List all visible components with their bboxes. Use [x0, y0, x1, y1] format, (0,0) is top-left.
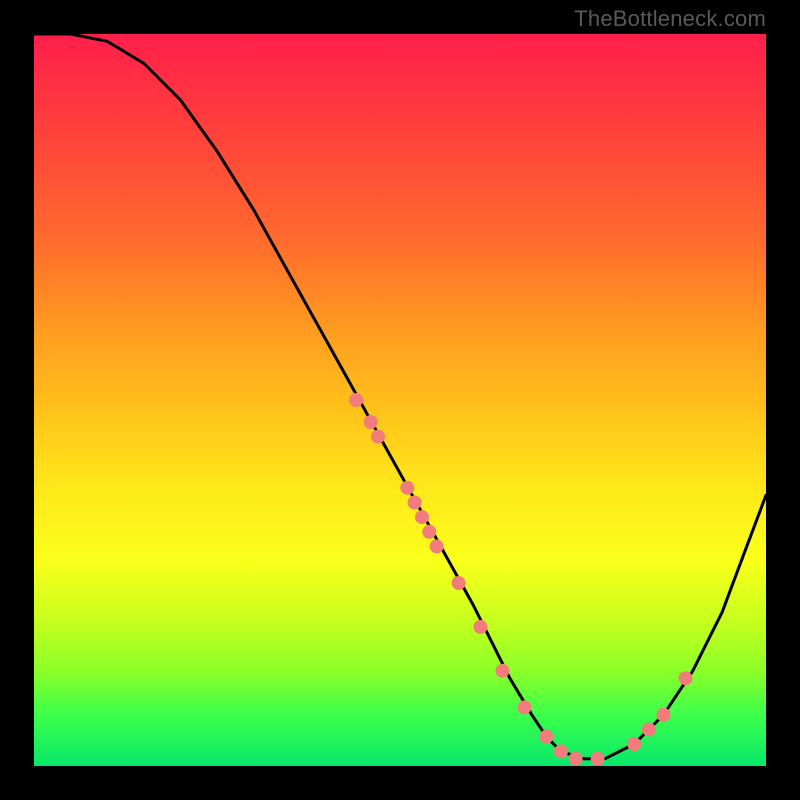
- highlight-dot: [569, 752, 583, 766]
- highlight-dot: [539, 730, 553, 744]
- highlight-dot: [371, 430, 385, 444]
- highlight-dot: [679, 671, 693, 685]
- highlight-dot: [627, 737, 641, 751]
- highlight-dot: [496, 664, 510, 678]
- highlight-dot: [349, 393, 363, 407]
- highlight-dot: [452, 576, 466, 590]
- highlight-dot: [430, 539, 444, 553]
- highlight-dot: [474, 620, 488, 634]
- chart-frame: TheBottleneck.com: [0, 0, 800, 800]
- highlight-dot: [517, 700, 531, 714]
- watermark-text: TheBottleneck.com: [574, 6, 766, 32]
- highlight-dot: [422, 525, 436, 539]
- highlight-dot: [657, 708, 671, 722]
- plot-area: [34, 34, 766, 766]
- curve-layer: [34, 34, 766, 766]
- highlight-dot: [554, 744, 568, 758]
- highlight-dot: [591, 752, 605, 766]
- highlight-dot: [364, 415, 378, 429]
- bottleneck-curve: [34, 34, 766, 759]
- highlight-dot: [400, 481, 414, 495]
- highlight-dot: [415, 510, 429, 524]
- highlight-dot: [408, 496, 422, 510]
- highlight-dots: [349, 393, 692, 766]
- highlight-dot: [642, 722, 656, 736]
